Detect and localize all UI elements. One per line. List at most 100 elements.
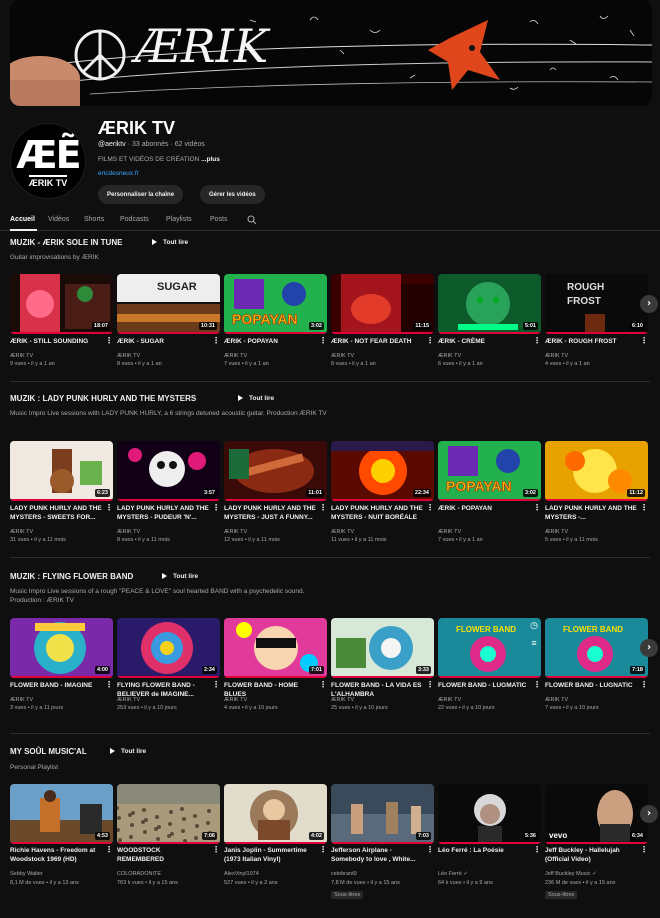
video-card[interactable]: 7:03	[331, 784, 434, 844]
play-all-button[interactable]: Tout lire	[110, 748, 146, 755]
video-thumbnail[interactable]: POPAYAN 3:02	[224, 274, 327, 334]
video-title[interactable]: WOODSTOCK REMEMBERED	[117, 846, 209, 864]
video-card[interactable]: POPAYAN 3:02	[224, 274, 327, 334]
more-vert-icon[interactable]: ⋮	[426, 680, 434, 690]
more-vert-icon[interactable]: ⋮	[640, 336, 648, 346]
video-card[interactable]: 22:34	[331, 441, 434, 501]
channel-avatar[interactable]: ÆẼ ÆRIK TV	[10, 123, 86, 199]
video-channel[interactable]: ÆRIK TV	[224, 353, 247, 359]
more-vert-icon[interactable]: ⋮	[212, 503, 220, 513]
shelf-title[interactable]: MUZIK - ÆRIK SOLE IN TUNE	[10, 238, 122, 247]
video-title[interactable]: ÆRIK - SUGAR	[117, 337, 209, 346]
video-title[interactable]: FLOWER BAND - LUGNATIC	[545, 681, 637, 690]
video-channel[interactable]: COLORADONITE	[117, 871, 161, 877]
more-vert-icon[interactable]: ⋮	[319, 680, 327, 690]
video-channel[interactable]: ÆRIK TV	[331, 353, 354, 359]
video-thumbnail[interactable]: FLOWER BAND	[438, 618, 541, 678]
video-card[interactable]: 4:00	[10, 618, 113, 678]
video-channel[interactable]: ÆRIK TV	[224, 529, 247, 535]
video-thumbnail[interactable]: 6:23	[10, 441, 113, 501]
tab-shorts[interactable]: Shorts	[84, 216, 104, 223]
video-thumbnail[interactable]: 3:33	[331, 618, 434, 678]
video-card[interactable]: 7:01	[224, 618, 327, 678]
manage-videos-button[interactable]: Gérer les vidéos	[200, 185, 265, 204]
video-title[interactable]: Jefferson Airplane - Somebody to love , …	[331, 846, 423, 864]
more-vert-icon[interactable]: ⋮	[319, 336, 327, 346]
video-card[interactable]: 4:53	[10, 784, 113, 844]
watch-later-icon[interactable]: ◷	[528, 619, 540, 631]
video-thumbnail[interactable]: 18:07	[10, 274, 113, 334]
video-thumbnail[interactable]: 2:34	[117, 618, 220, 678]
channel-link[interactable]: ericdesneux.fr	[98, 170, 139, 177]
video-thumbnail[interactable]: 11:12	[545, 441, 648, 501]
video-thumbnail[interactable]: SUGAR 10:31	[117, 274, 220, 334]
more-vert-icon[interactable]: ⋮	[426, 503, 434, 513]
tab-accueil[interactable]: Accueil	[10, 216, 35, 223]
video-thumbnail[interactable]: 22:34	[331, 441, 434, 501]
chevron-right-icon[interactable]: ›	[640, 295, 658, 313]
more-vert-icon[interactable]: ⋮	[533, 336, 541, 346]
video-channel[interactable]: ÆRIK TV	[10, 353, 33, 359]
video-channel[interactable]: ÆRIK TV	[438, 529, 461, 535]
video-title[interactable]: ÆRIK - POPAYAN	[224, 337, 316, 346]
video-title[interactable]: LADY PUNK HURLY AND THE MYSTERS -...	[545, 504, 637, 522]
video-card[interactable]: 7:06	[117, 784, 220, 844]
video-channel[interactable]: ÆRIK TV	[224, 697, 247, 703]
video-title[interactable]: LADY PUNK HURLY AND THE MYSTERS - JUST A…	[224, 504, 316, 522]
tab-podcasts[interactable]: Podcasts	[120, 216, 149, 223]
more-vert-icon[interactable]: ⋮	[640, 845, 648, 855]
more-vert-icon[interactable]: ⋮	[640, 680, 648, 690]
video-title[interactable]: Janis Joplin - Summertime (1973 Italian …	[224, 846, 316, 864]
more-vert-icon[interactable]: ⋮	[319, 503, 327, 513]
customize-channel-button[interactable]: Personnaliser la chaîne	[98, 185, 184, 204]
video-thumbnail[interactable]: ROUGH FROST 6:10	[545, 274, 648, 334]
more-vert-icon[interactable]: ⋮	[105, 336, 113, 346]
video-thumbnail[interactable]: 4:53	[10, 784, 113, 844]
video-channel[interactable]: ÆRIK TV	[331, 529, 354, 535]
video-card[interactable]: vevo 6:34	[545, 784, 648, 844]
video-card[interactable]: FLOWER BAND 7:18	[545, 618, 648, 678]
more-vert-icon[interactable]: ⋮	[426, 336, 434, 346]
more-vert-icon[interactable]: ⋮	[212, 680, 220, 690]
video-title[interactable]: LADY PUNK HURLY AND THE MYSTERS - SWEETS…	[10, 504, 102, 522]
play-all-button[interactable]: Tout lire	[152, 239, 188, 246]
video-title[interactable]: FLOWER BAND - IMAGINE	[10, 681, 102, 690]
video-card[interactable]: 3:33	[331, 618, 434, 678]
video-title[interactable]: ÆRIK - CRÈME	[438, 337, 530, 346]
more-vert-icon[interactable]: ⋮	[640, 503, 648, 513]
video-title[interactable]: ÆRIK - POPAYAN	[438, 504, 530, 513]
video-channel[interactable]: ÆRIK TV	[438, 697, 461, 703]
video-channel[interactable]: celebrant9	[331, 871, 357, 877]
video-title[interactable]: Richie Havens - Freedom at Woodstock 196…	[10, 846, 102, 864]
play-all-button[interactable]: Tout lire	[162, 573, 198, 580]
chevron-right-icon[interactable]: ›	[640, 639, 658, 657]
more-vert-icon[interactable]: ⋮	[105, 845, 113, 855]
video-card[interactable]: 4:02	[224, 784, 327, 844]
tab-posts[interactable]: Posts	[210, 216, 228, 223]
video-card[interactable]: 3:57	[117, 441, 220, 501]
add-to-queue-icon[interactable]: ≡	[528, 637, 540, 649]
channel-description[interactable]: FILMS ET VIDÉOS DE CRÉATION ...plus	[98, 156, 220, 163]
video-channel[interactable]: ÆRIK TV	[438, 353, 461, 359]
video-title[interactable]: LADY PUNK HURLY AND THE MYSTERS - PUDEUR…	[117, 504, 209, 522]
video-title[interactable]: ÆRIK - ROUGH FROST	[545, 337, 637, 346]
video-channel[interactable]: ÆRIK TV	[545, 353, 568, 359]
more-vert-icon[interactable]: ⋮	[105, 503, 113, 513]
video-channel[interactable]: ÆRIK TV	[117, 353, 140, 359]
video-channel[interactable]: ÆRIK TV	[545, 529, 568, 535]
video-thumbnail[interactable]: POPAYAN 3:02	[438, 441, 541, 501]
search-icon[interactable]	[247, 215, 257, 227]
video-channel[interactable]: ÆRIK TV	[545, 697, 568, 703]
video-channel[interactable]: Léo Ferré ✓	[438, 871, 468, 877]
play-all-button[interactable]: Tout lire	[238, 395, 274, 402]
video-thumbnail[interactable]: 11:01	[224, 441, 327, 501]
video-card[interactable]: 11:01	[224, 441, 327, 501]
more-vert-icon[interactable]: ⋮	[426, 845, 434, 855]
video-title[interactable]: ÆRIK - STILL SOUNDING	[10, 337, 102, 346]
more-vert-icon[interactable]: ⋮	[212, 336, 220, 346]
video-title[interactable]: ÆRIK - NOT FEAR DEATH	[331, 337, 423, 346]
video-card[interactable]: 6:23	[10, 441, 113, 501]
video-thumbnail[interactable]: 7:06	[117, 784, 220, 844]
tab-videos[interactable]: Vidéos	[48, 216, 69, 223]
tab-playlists[interactable]: Playlists	[166, 216, 192, 223]
